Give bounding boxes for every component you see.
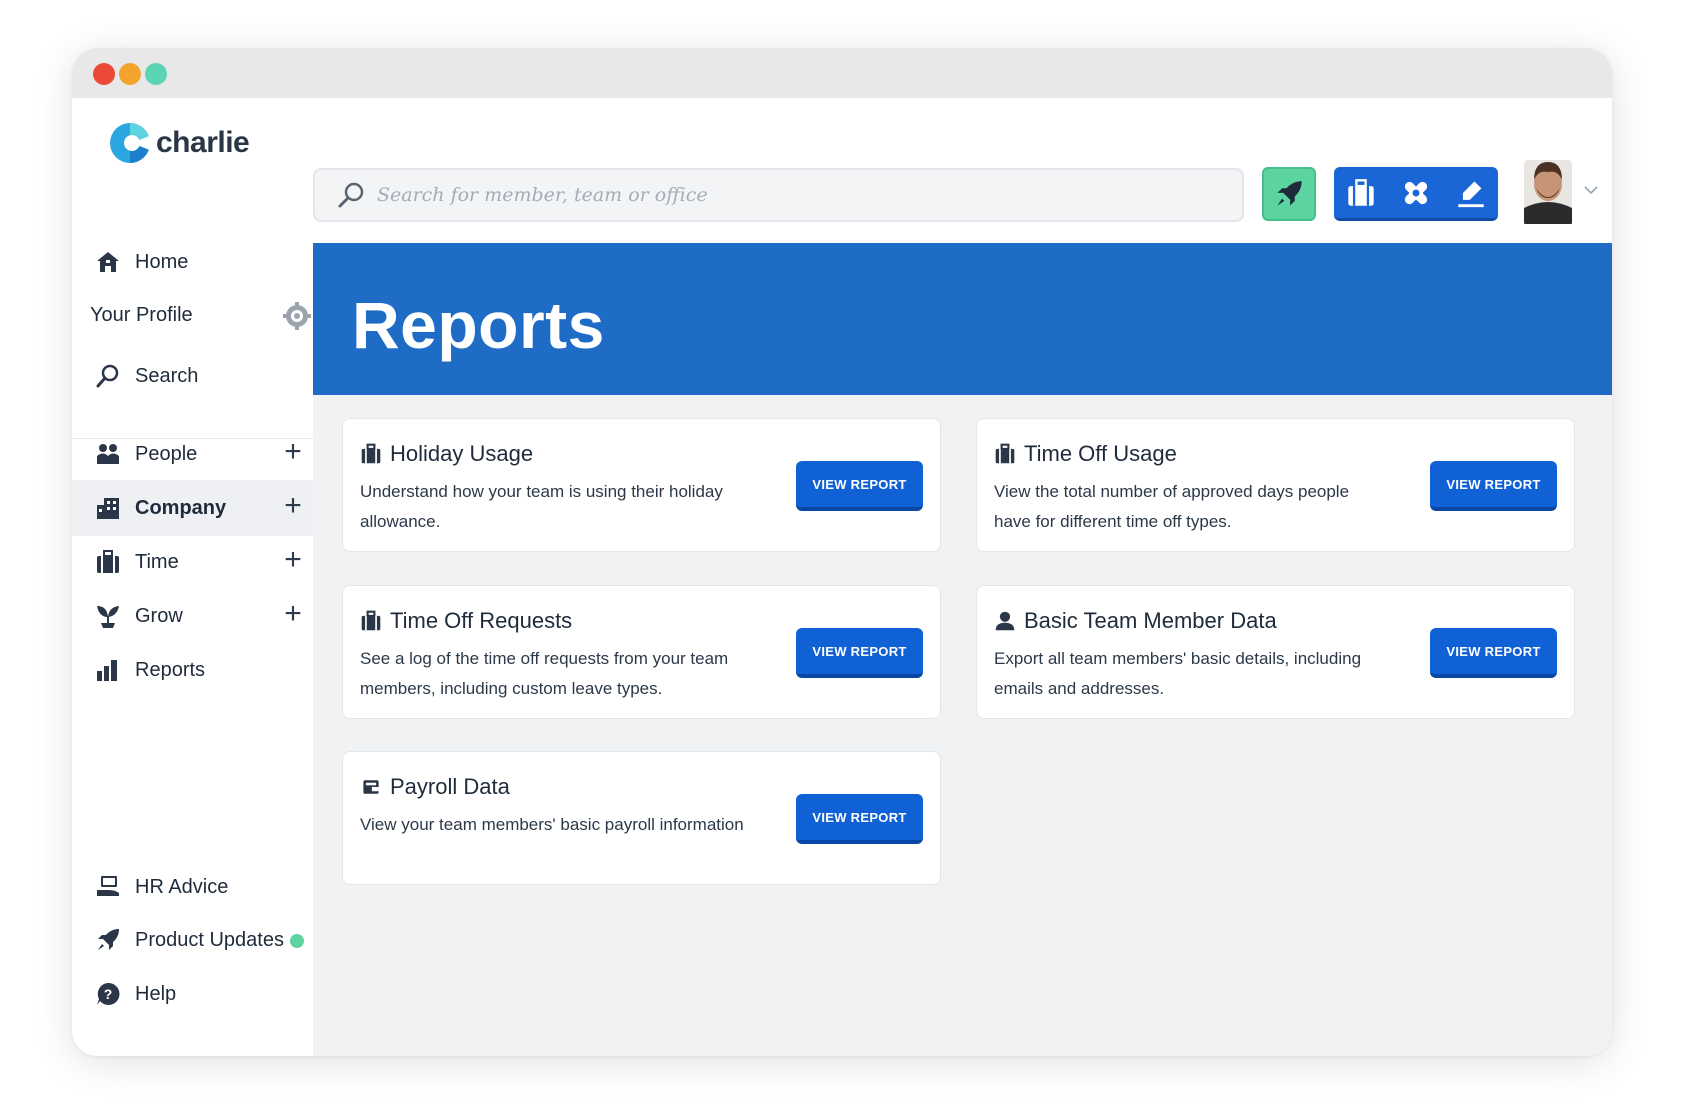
sidebar-item-company[interactable]: Company + [72,480,313,536]
sidebar-item-people[interactable]: People + [72,426,313,482]
top-bar [313,98,1612,243]
sidebar-item-product-updates[interactable]: Product Updates [72,912,313,968]
charlie-logo-icon [110,123,152,163]
main-content: Reports Holiday Usage Understand how you… [313,98,1612,1056]
rocket-icon [1277,181,1302,206]
view-report-button[interactable]: VIEW REPORT [796,461,923,511]
suitcase-icon [361,610,381,631]
hand-laptop-icon [94,873,122,901]
sidebar-item-time[interactable]: Time + [72,534,313,590]
minimize-window-button[interactable] [119,63,141,85]
sidebar-item-your-profile[interactable]: Your Profile [72,287,313,343]
suitcase-icon [94,548,122,576]
sidebar-item-reports[interactable]: Reports [72,642,313,698]
report-card-title: Time Off Usage [994,441,1177,467]
bar-chart-icon [94,656,122,684]
sidebar-item-label: Time [135,550,179,573]
question-bubble-icon: ? [94,980,122,1008]
report-card-title: Payroll Data [360,774,510,800]
quick-actions-group [1334,167,1498,221]
user-avatar-image [1520,146,1576,224]
book-time-off-button[interactable] [1334,167,1389,218]
sidebar-item-label: Grow [135,604,183,627]
report-description: View your team members' basic payroll in… [360,815,744,834]
report-card-basic-team-member-data: Basic Team Member Data Export all team m… [976,585,1575,719]
add-time-button[interactable]: + [281,545,305,575]
home-icon [94,248,122,276]
signature-icon [1457,180,1484,207]
sign-document-button[interactable] [1443,167,1498,218]
building-icon [94,494,122,522]
sidebar-item-label: Product Updates [135,928,284,951]
report-card-time-off-requests: Time Off Requests See a log of the time … [342,585,941,719]
add-company-button[interactable]: + [281,491,305,521]
logo[interactable]: charlie [108,121,250,165]
close-window-button[interactable] [93,63,115,85]
logo-text: charlie [156,126,250,159]
report-card-holiday-usage: Holiday Usage Understand how your team i… [342,418,941,552]
suitcase-icon [1348,178,1375,206]
chevron-down-icon[interactable] [1583,184,1599,196]
avatar[interactable] [1520,146,1576,224]
view-report-button[interactable]: VIEW REPORT [1430,628,1557,678]
report-card-payroll-data: Payroll Data View your team members' bas… [342,751,941,885]
sidebar-item-home[interactable]: Home [72,234,313,290]
rocket-icon [94,926,122,954]
report-title-text: Basic Team Member Data [1024,608,1277,633]
report-card-time-off-usage: Time Off Usage View the total number of … [976,418,1575,552]
report-card-title: Time Off Requests [360,608,572,634]
add-grow-button[interactable]: + [281,599,305,629]
product-updates-button[interactable] [1262,167,1316,221]
page-title: Reports [352,288,605,362]
suitcase-icon [995,443,1015,464]
sidebar-item-label: HR Advice [135,875,229,898]
new-updates-indicator [290,934,304,948]
report-title-text: Time Off Requests [390,608,573,633]
sidebar-item-grow[interactable]: Grow + [72,588,313,644]
report-description: Export all team members' basic details, … [994,649,1362,698]
suitcase-icon [361,443,381,464]
sidebar-item-label: Home [135,250,189,273]
view-report-button[interactable]: VIEW REPORT [796,794,923,844]
report-description: View the total number of approved days p… [994,482,1350,531]
report-title-text: Holiday Usage [390,441,534,466]
people-icon [94,440,122,468]
sidebar-item-help[interactable]: ? Help [72,966,313,1022]
search-input[interactable] [377,184,1197,206]
page-header: Reports [313,243,1612,395]
report-title-text: Time Off Usage [1024,441,1177,466]
app-window: charlie Home Your Profile Search People … [72,48,1612,1056]
report-card-title: Basic Team Member Data [994,608,1277,634]
gear-icon[interactable] [283,302,311,330]
report-sickness-button[interactable] [1389,167,1444,218]
sidebar-item-label: Search [135,364,199,387]
sidebar-item-hr-advice[interactable]: HR Advice [72,859,313,915]
sidebar-item-label: People [135,442,198,465]
report-card-title: Holiday Usage [360,441,533,467]
wallet-icon [363,780,379,794]
search-icon [338,182,364,208]
add-people-button[interactable]: + [281,437,305,467]
report-title-text: Payroll Data [390,774,510,799]
view-report-button[interactable]: VIEW REPORT [796,628,923,678]
window-titlebar [72,48,1612,98]
sidebar-item-label: Help [135,982,177,1005]
sidebar-item-label: Your Profile [90,303,193,326]
person-icon [995,611,1015,631]
report-description: See a log of the time off requests from … [360,649,729,698]
sidebar-item-search[interactable]: Search [72,348,313,404]
sidebar-item-label: Company [135,496,227,519]
search-icon [94,362,122,390]
bandage-icon [1404,181,1428,204]
sidebar-item-label: Reports [135,658,206,681]
view-report-button[interactable]: VIEW REPORT [1430,461,1557,511]
sidebar: charlie Home Your Profile Search People … [72,98,313,1056]
search-bar[interactable] [313,168,1244,222]
svg-text:?: ? [104,986,113,1002]
report-description: Understand how your team is using their … [360,482,723,531]
maximize-window-button[interactable] [145,63,167,85]
sprout-icon [94,602,122,630]
